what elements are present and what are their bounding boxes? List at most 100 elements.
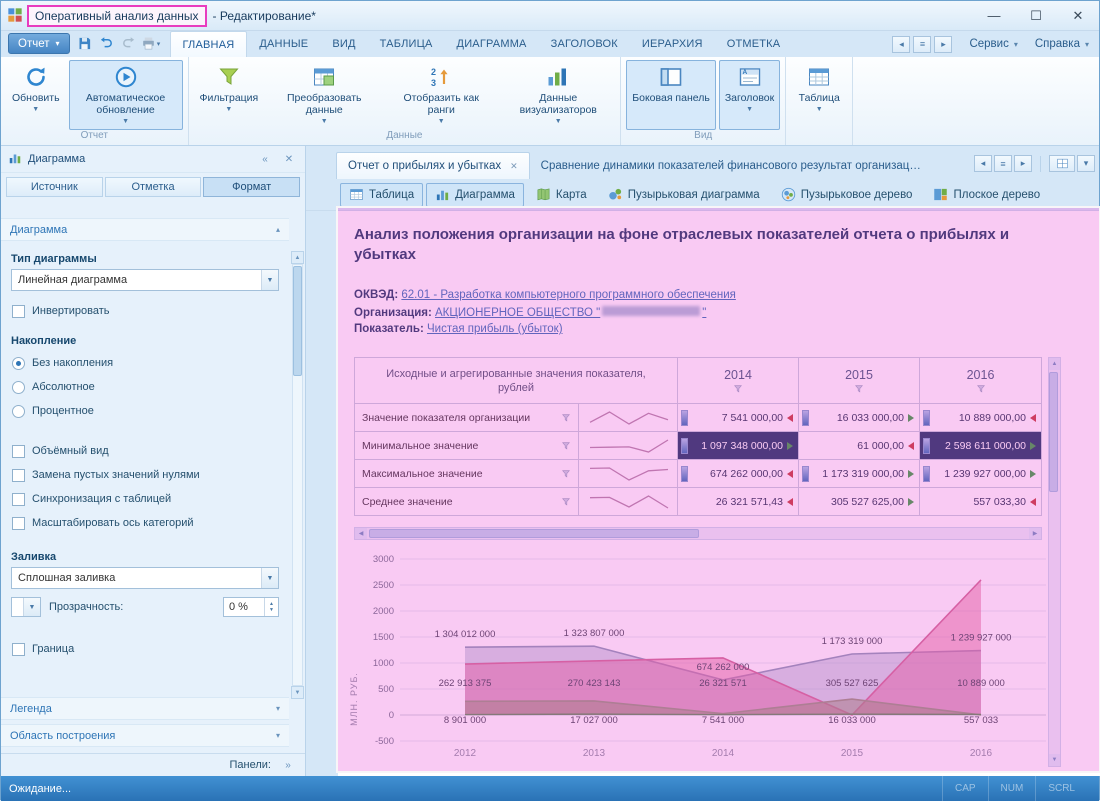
scroll-right-icon[interactable]: ▶ — [1029, 528, 1041, 539]
view-button-3[interactable]: Пузырьковая диаграмма — [599, 183, 769, 207]
scrollbar-thumb[interactable] — [1049, 372, 1058, 492]
layout-dropdown-button[interactable]: ▾ — [1077, 155, 1095, 172]
maximize-button[interactable]: ☐ — [1015, 1, 1057, 30]
view-button-4[interactable]: Пузырьковое дерево — [772, 183, 922, 207]
collapse-panel-button[interactable]: « — [256, 151, 274, 167]
view-button-0[interactable]: Таблица — [340, 183, 423, 207]
scroll-left-icon[interactable]: ◀ — [355, 528, 367, 539]
ribbon-tab-0[interactable]: ГЛАВНАЯ — [170, 31, 248, 57]
checkbox[interactable] — [12, 493, 25, 506]
checkbox[interactable] — [12, 305, 25, 318]
close-icon[interactable]: ✕ — [510, 161, 518, 172]
radio-accumulation-0[interactable]: Без накопления — [1, 351, 289, 375]
sidebar-tab-отметка[interactable]: Отметка — [105, 177, 202, 197]
tab-list-button[interactable]: ≡ — [994, 155, 1012, 172]
nav-right-button[interactable]: ▸ — [934, 36, 952, 53]
sidebar-scrollbar[interactable]: ▲ ▼ — [291, 251, 304, 699]
scroll-down-icon[interactable]: ▼ — [1049, 754, 1060, 766]
button-side-panel[interactable]: Боковая панель — [626, 60, 716, 130]
section-diagram[interactable]: Диаграмма ▴ — [1, 218, 289, 241]
checkbox-border[interactable]: Граница — [1, 637, 289, 661]
scrollbar-thumb[interactable] — [293, 266, 302, 376]
tab-scroll-left-button[interactable]: ◂ — [974, 155, 992, 172]
save-button[interactable] — [74, 33, 96, 54]
radio-accumulation-1[interactable]: Абсолютное — [1, 375, 289, 399]
button-header-text[interactable]: AЗаголовок▼ — [719, 60, 780, 130]
filter-icon[interactable] — [854, 384, 864, 394]
ribbon-tab-6[interactable]: ИЕРАРХИЯ — [630, 31, 715, 57]
scroll-up-icon[interactable]: ▲ — [291, 251, 304, 264]
sidebar-tab-формат[interactable]: Формат — [203, 177, 300, 197]
ribbon-tab-4[interactable]: ДИАГРАММА — [445, 31, 539, 57]
ribbon-tab-5[interactable]: ЗАГОЛОВОК — [539, 31, 630, 57]
view-button-1[interactable]: Диаграмма — [426, 183, 524, 207]
section-legend[interactable]: Легенда ▾ — [1, 697, 289, 720]
checkbox[interactable] — [12, 445, 25, 458]
horizontal-scrollbar[interactable]: ◀ ▶ — [354, 527, 1042, 540]
chart-type-select[interactable]: Линейная диаграмма ▼ — [11, 269, 279, 291]
tab-scroll-right-button[interactable]: ▸ — [1014, 155, 1032, 172]
checkbox[interactable] — [12, 643, 25, 656]
minimize-button[interactable]: — — [973, 1, 1015, 30]
sidebar-tab-источник[interactable]: Источник — [6, 177, 103, 197]
checkbox-option-3[interactable]: Масштабировать ось категорий — [1, 511, 289, 535]
checkbox[interactable] — [12, 517, 25, 530]
filter-icon[interactable] — [561, 497, 571, 507]
ribbon-tab-3[interactable]: ТАБЛИЦА — [368, 31, 445, 57]
fill-type-select[interactable]: Сплошная заливка ▼ — [11, 567, 279, 589]
window-menu-button[interactable]: ≡ — [913, 36, 931, 53]
scrollbar-track[interactable] — [292, 264, 303, 686]
table-header-year-2015[interactable]: 2015 — [799, 358, 920, 404]
vertical-scrollbar[interactable]: ▲ ▼ — [1048, 357, 1061, 767]
panels-expand-button[interactable]: » — [279, 757, 297, 773]
radio[interactable] — [12, 405, 25, 418]
nav-left-button[interactable]: ◂ — [892, 36, 910, 53]
filter-icon[interactable] — [561, 441, 571, 451]
service-menu[interactable]: Сервис▾ — [969, 38, 1017, 50]
scroll-up-icon[interactable]: ▲ — [1049, 358, 1060, 370]
button-play-circle[interactable]: Автоматическое обновление▼ — [69, 60, 183, 130]
spinner-arrows-icon[interactable]: ▲▼ — [264, 598, 278, 616]
checkbox-option-1[interactable]: Замена пустых значений нулями — [1, 463, 289, 487]
ribbon-tab-7[interactable]: ОТМЕТКА — [715, 31, 793, 57]
radio-accumulation-2[interactable]: Процентное — [1, 399, 289, 423]
table-header-year-2016[interactable]: 2016 — [920, 358, 1042, 404]
radio[interactable] — [12, 357, 25, 370]
radio[interactable] — [12, 381, 25, 394]
scroll-down-icon[interactable]: ▼ — [291, 686, 304, 699]
filter-icon[interactable] — [733, 384, 743, 394]
okved-link[interactable]: 62.01 - Разработка компьютерного програм… — [401, 289, 735, 301]
scrollbar-thumb[interactable] — [369, 529, 699, 538]
help-menu[interactable]: Справка▾ — [1035, 38, 1089, 50]
checkbox-option-0[interactable]: Объёмный вид — [1, 439, 289, 463]
button-funnel[interactable]: Фильтрация▼ — [194, 60, 265, 130]
document-tab-1[interactable]: Сравнение динамики показателей финансово… — [530, 152, 934, 179]
filter-icon[interactable] — [561, 413, 571, 423]
checkbox[interactable] — [12, 469, 25, 482]
ribbon-tab-1[interactable]: ДАННЫЕ — [247, 31, 320, 57]
ribbon-tab-2[interactable]: ВИД — [320, 31, 367, 57]
filter-icon[interactable] — [976, 384, 986, 394]
undo-button[interactable] — [96, 33, 118, 54]
view-button-2[interactable]: Карта — [527, 183, 596, 207]
layout-button[interactable] — [1049, 155, 1075, 172]
checkbox-option-2[interactable]: Синхронизация с таблицей — [1, 487, 289, 511]
view-button-5[interactable]: Плоское дерево — [924, 183, 1049, 207]
close-panel-button[interactable]: ✕ — [280, 151, 298, 167]
filter-icon[interactable] — [561, 469, 571, 479]
section-plot-area[interactable]: Область построения ▾ — [1, 724, 289, 747]
indicator-link[interactable]: Чистая прибыль (убыток) — [427, 323, 563, 335]
checkbox-invert[interactable]: Инвертировать — [1, 299, 289, 323]
organization-link[interactable]: АКЦИОНЕРНОЕ ОБЩЕСТВО "" — [435, 307, 706, 319]
transparency-input[interactable]: 0 % ▲▼ — [223, 597, 279, 617]
table-header-year-2014[interactable]: 2014 — [678, 358, 799, 404]
print-button[interactable]: ▾ — [140, 33, 162, 54]
report-menu-button[interactable]: Отчет ▾ — [8, 33, 70, 54]
close-button[interactable]: ✕ — [1057, 1, 1099, 30]
button-table[interactable]: Таблица▼ — [791, 60, 847, 130]
button-visualizer[interactable]: Данные визуализаторов▼ — [501, 60, 615, 130]
document-tab-0[interactable]: Отчет о прибылях и убытках✕ — [336, 152, 530, 179]
button-transform-table[interactable]: Преобразовать данные▼ — [267, 60, 381, 130]
button-refresh[interactable]: Обновить▼ — [6, 60, 66, 130]
fill-color-select[interactable]: ▼ — [11, 597, 41, 617]
